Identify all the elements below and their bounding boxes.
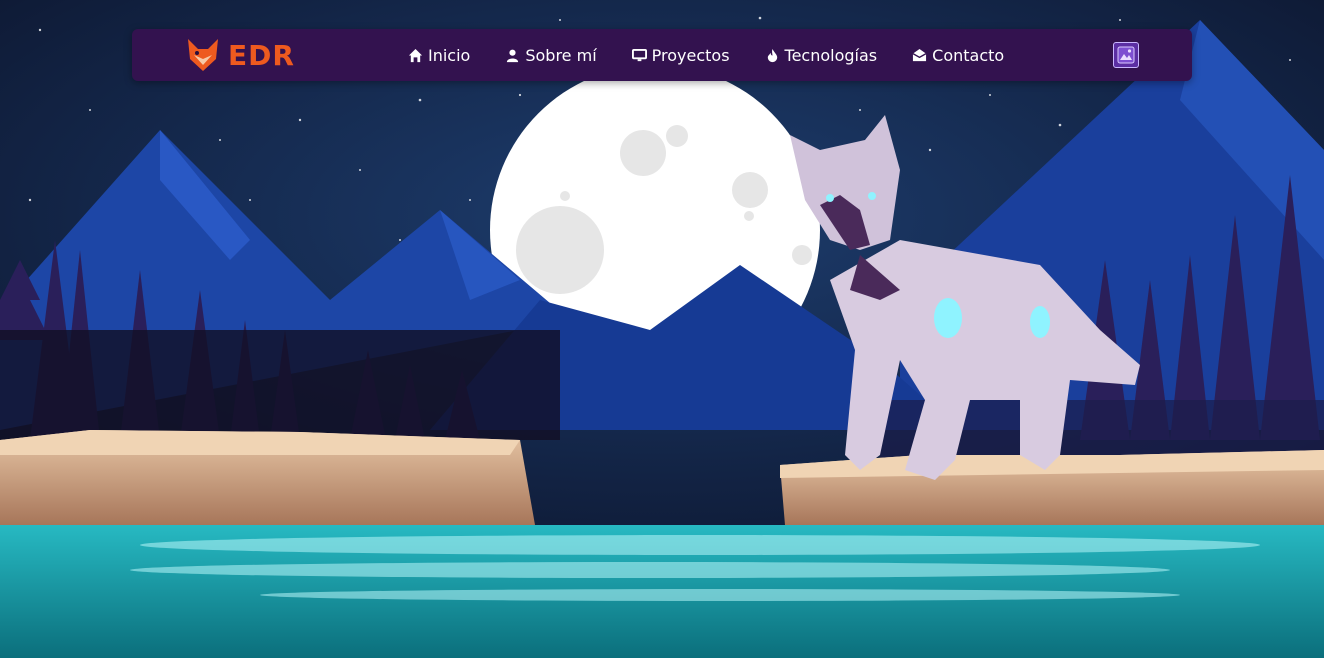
nav-item-inicio[interactable]: Inicio xyxy=(408,46,470,65)
envelope-icon xyxy=(912,48,927,61)
brand-logo[interactable]: EDR xyxy=(184,37,295,73)
nav-label: Tecnologías xyxy=(784,45,878,65)
fox-icon xyxy=(188,39,218,71)
top-navbar: EDR Inicio Sobre mí Proyectos Tecnología… xyxy=(132,29,1192,81)
nav-label: Proyectos xyxy=(651,45,730,65)
main-menu: Inicio Sobre mí Proyectos Tecnologías Co… xyxy=(408,29,1004,81)
home-icon xyxy=(408,48,423,62)
user-icon xyxy=(507,49,519,62)
hero-illustration xyxy=(0,0,1324,658)
theme-toggle-button[interactable] xyxy=(1113,42,1139,68)
nav-label: Sobre mí xyxy=(525,45,597,65)
nav-label: Inicio xyxy=(428,45,471,65)
monitor-icon xyxy=(631,48,647,61)
nav-item-proyectos[interactable]: Proyectos xyxy=(631,45,730,65)
brand-name: EDR xyxy=(228,38,295,72)
fire-icon xyxy=(767,48,777,62)
nav-label: Contacto xyxy=(932,45,1005,65)
nav-item-contacto[interactable]: Contacto xyxy=(912,46,1004,65)
nav-item-tecnologias[interactable]: Tecnologías xyxy=(765,45,878,65)
image-theme-icon xyxy=(1117,46,1135,64)
nav-item-sobre-mi[interactable]: Sobre mí xyxy=(505,45,597,65)
